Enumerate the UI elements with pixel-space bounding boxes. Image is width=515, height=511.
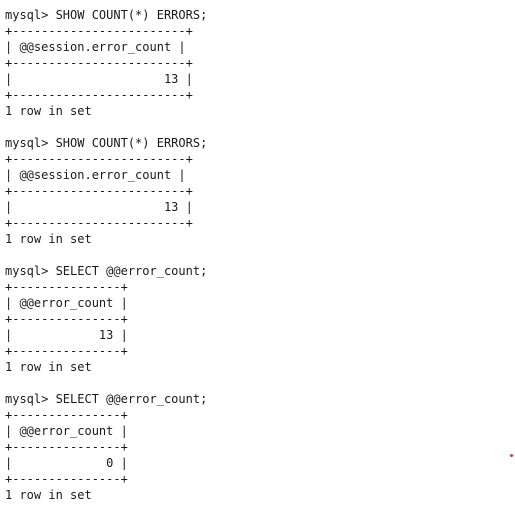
row-count-text: 1 row in set <box>5 360 92 374</box>
table-header-row: | @@session.error_count | <box>5 40 186 54</box>
table-border-mid: +---------------+ <box>5 440 128 454</box>
row-count-text: 1 row in set <box>5 104 92 118</box>
command-prompt: mysql> SHOW COUNT(*) ERRORS; <box>5 136 208 150</box>
table-border-mid: +------------------------+ <box>5 184 193 198</box>
query-block-1: mysql> SHOW COUNT(*) ERRORS; +----------… <box>5 7 515 119</box>
table-border-top: +------------------------+ <box>5 24 193 38</box>
command-prompt: mysql> SELECT @@error_count; <box>5 264 208 278</box>
table-border-top: +---------------+ <box>5 280 128 294</box>
query-block-2: mysql> SHOW COUNT(*) ERRORS; +----------… <box>5 135 515 247</box>
query-block-3: mysql> SELECT @@error_count; +----------… <box>5 263 515 375</box>
table-border-bottom: +------------------------+ <box>5 216 193 230</box>
query-block-4: mysql> SELECT @@error_count; +----------… <box>5 391 515 503</box>
table-border-mid: +---------------+ <box>5 312 128 326</box>
table-header-row: | @@session.error_count | <box>5 168 186 182</box>
table-header-row: | @@error_count | <box>5 296 128 310</box>
row-count-text: 1 row in set <box>5 488 92 502</box>
table-border-bottom: +------------------------+ <box>5 88 193 102</box>
table-data-row: | 13 | <box>5 72 193 86</box>
row-count-text: 1 row in set <box>5 232 92 246</box>
table-border-top: +------------------------+ <box>5 152 193 166</box>
table-border-bottom: +---------------+ <box>5 472 128 486</box>
table-border-top: +---------------+ <box>5 408 128 422</box>
table-data-row: | 0 | <box>5 456 128 470</box>
stray-dot-mark <box>510 454 513 457</box>
table-border-mid: +------------------------+ <box>5 56 193 70</box>
table-header-row: | @@error_count | <box>5 424 128 438</box>
table-border-bottom: +---------------+ <box>5 344 128 358</box>
terminal-window[interactable]: mysql> SHOW COUNT(*) ERRORS; +----------… <box>0 0 515 511</box>
table-data-row: | 13 | <box>5 200 193 214</box>
table-data-row: | 13 | <box>5 328 128 342</box>
command-prompt: mysql> SELECT @@error_count; <box>5 392 208 406</box>
command-prompt: mysql> SHOW COUNT(*) ERRORS; <box>5 8 208 22</box>
